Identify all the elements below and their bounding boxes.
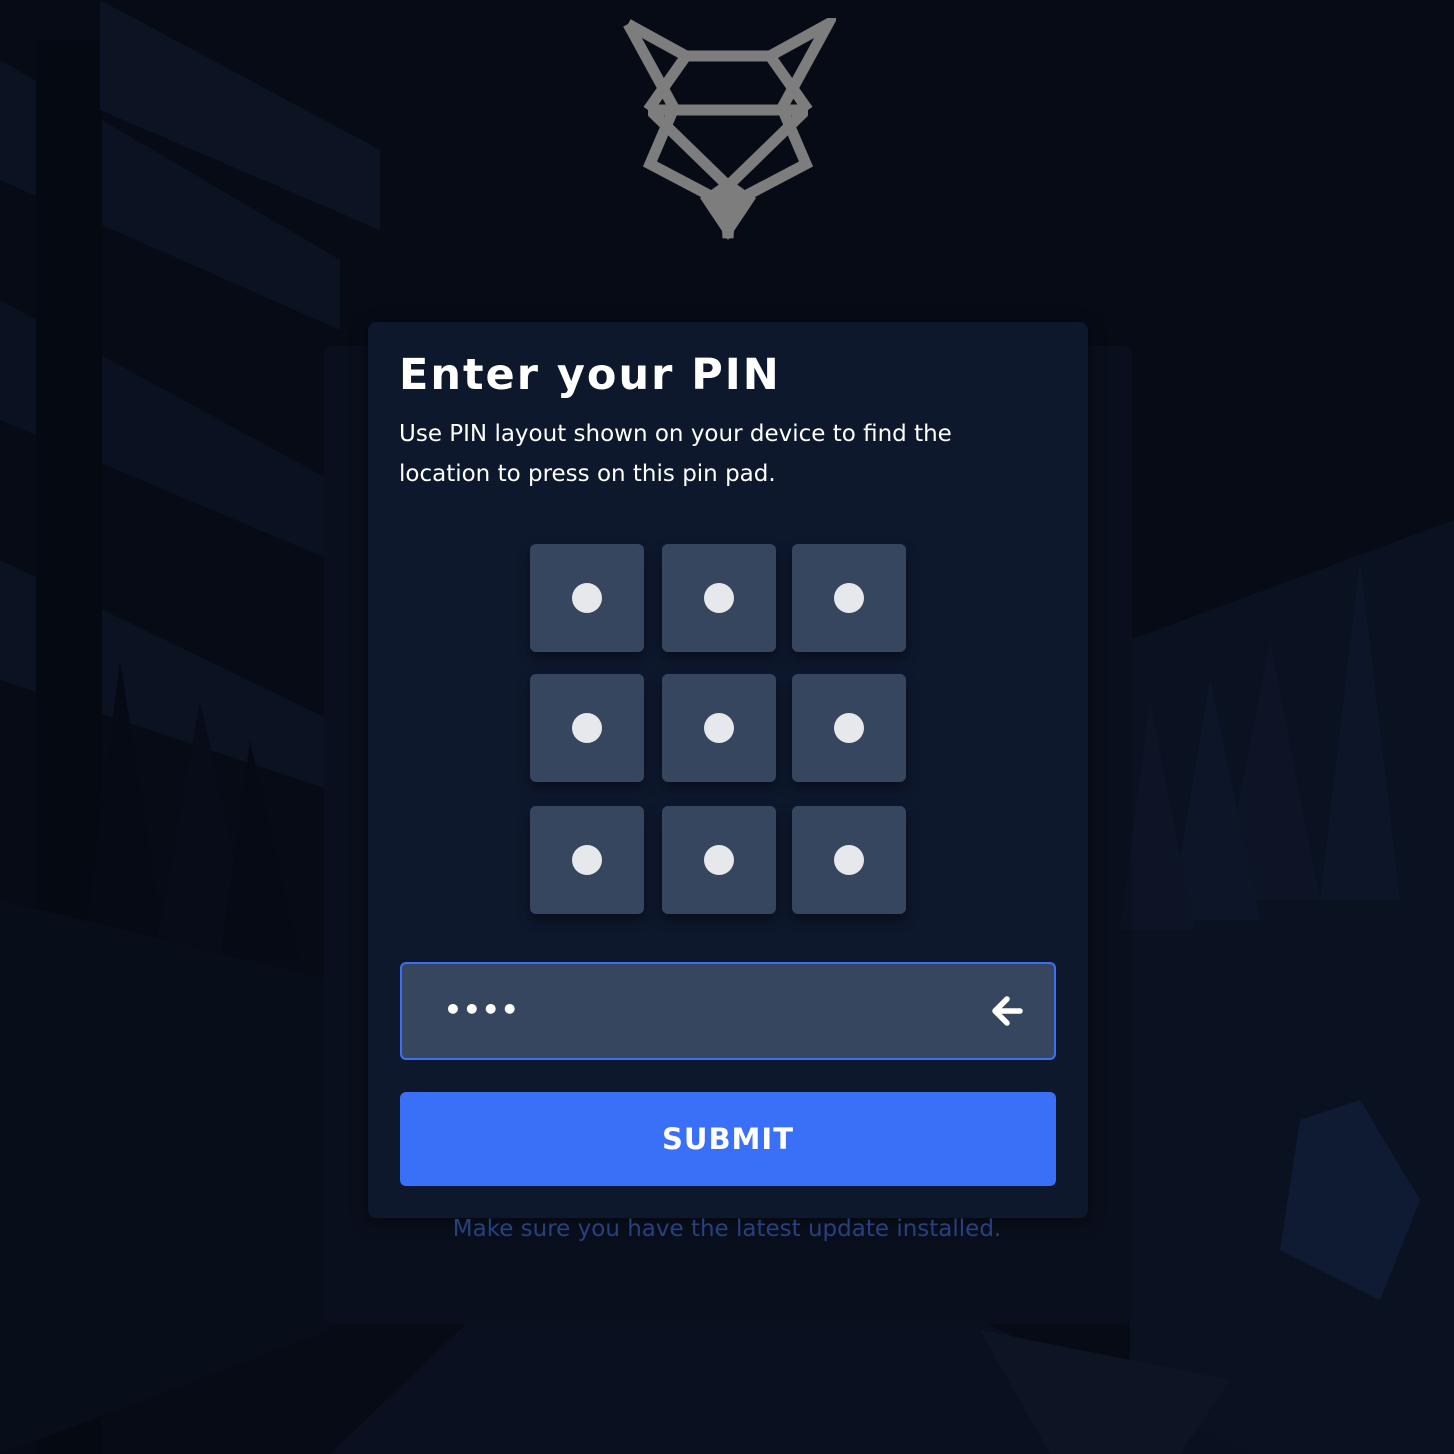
pin-key-3[interactable] — [792, 544, 906, 652]
pin-key-6[interactable] — [792, 674, 906, 782]
pin-entry-screen: Enter your PIN Use PIN layout shown on y… — [0, 0, 1454, 1454]
dot-icon — [572, 845, 602, 875]
pin-key-8[interactable] — [662, 806, 776, 914]
pin-key-1[interactable] — [530, 544, 644, 652]
pin-key-5[interactable] — [662, 674, 776, 782]
pin-input[interactable]: •••• — [400, 962, 1056, 1060]
dot-icon — [572, 583, 602, 613]
dot-icon — [834, 713, 864, 743]
update-notice: Make sure you have the latest update ins… — [452, 1216, 1002, 1242]
dialog-title: Enter your PIN — [399, 350, 781, 400]
dot-icon — [834, 845, 864, 875]
dialog-description: Use PIN layout shown on your device to f… — [399, 421, 952, 487]
pin-pad — [530, 544, 906, 914]
arrow-left-icon[interactable] — [990, 994, 1024, 1028]
pin-key-9[interactable] — [792, 806, 906, 914]
pin-key-2[interactable] — [662, 544, 776, 652]
dot-icon — [704, 713, 734, 743]
submit-button[interactable]: SUBMIT — [400, 1092, 1056, 1186]
pin-input-value: •••• — [444, 993, 520, 1026]
pin-key-4[interactable] — [530, 674, 644, 782]
fox-head-logo-icon — [623, 18, 836, 240]
dot-icon — [704, 845, 734, 875]
pin-key-7[interactable] — [530, 806, 644, 914]
dot-icon — [834, 583, 864, 613]
dot-icon — [572, 713, 602, 743]
pin-dialog: Enter your PIN Use PIN layout shown on y… — [368, 322, 1088, 1218]
dot-icon — [704, 583, 734, 613]
